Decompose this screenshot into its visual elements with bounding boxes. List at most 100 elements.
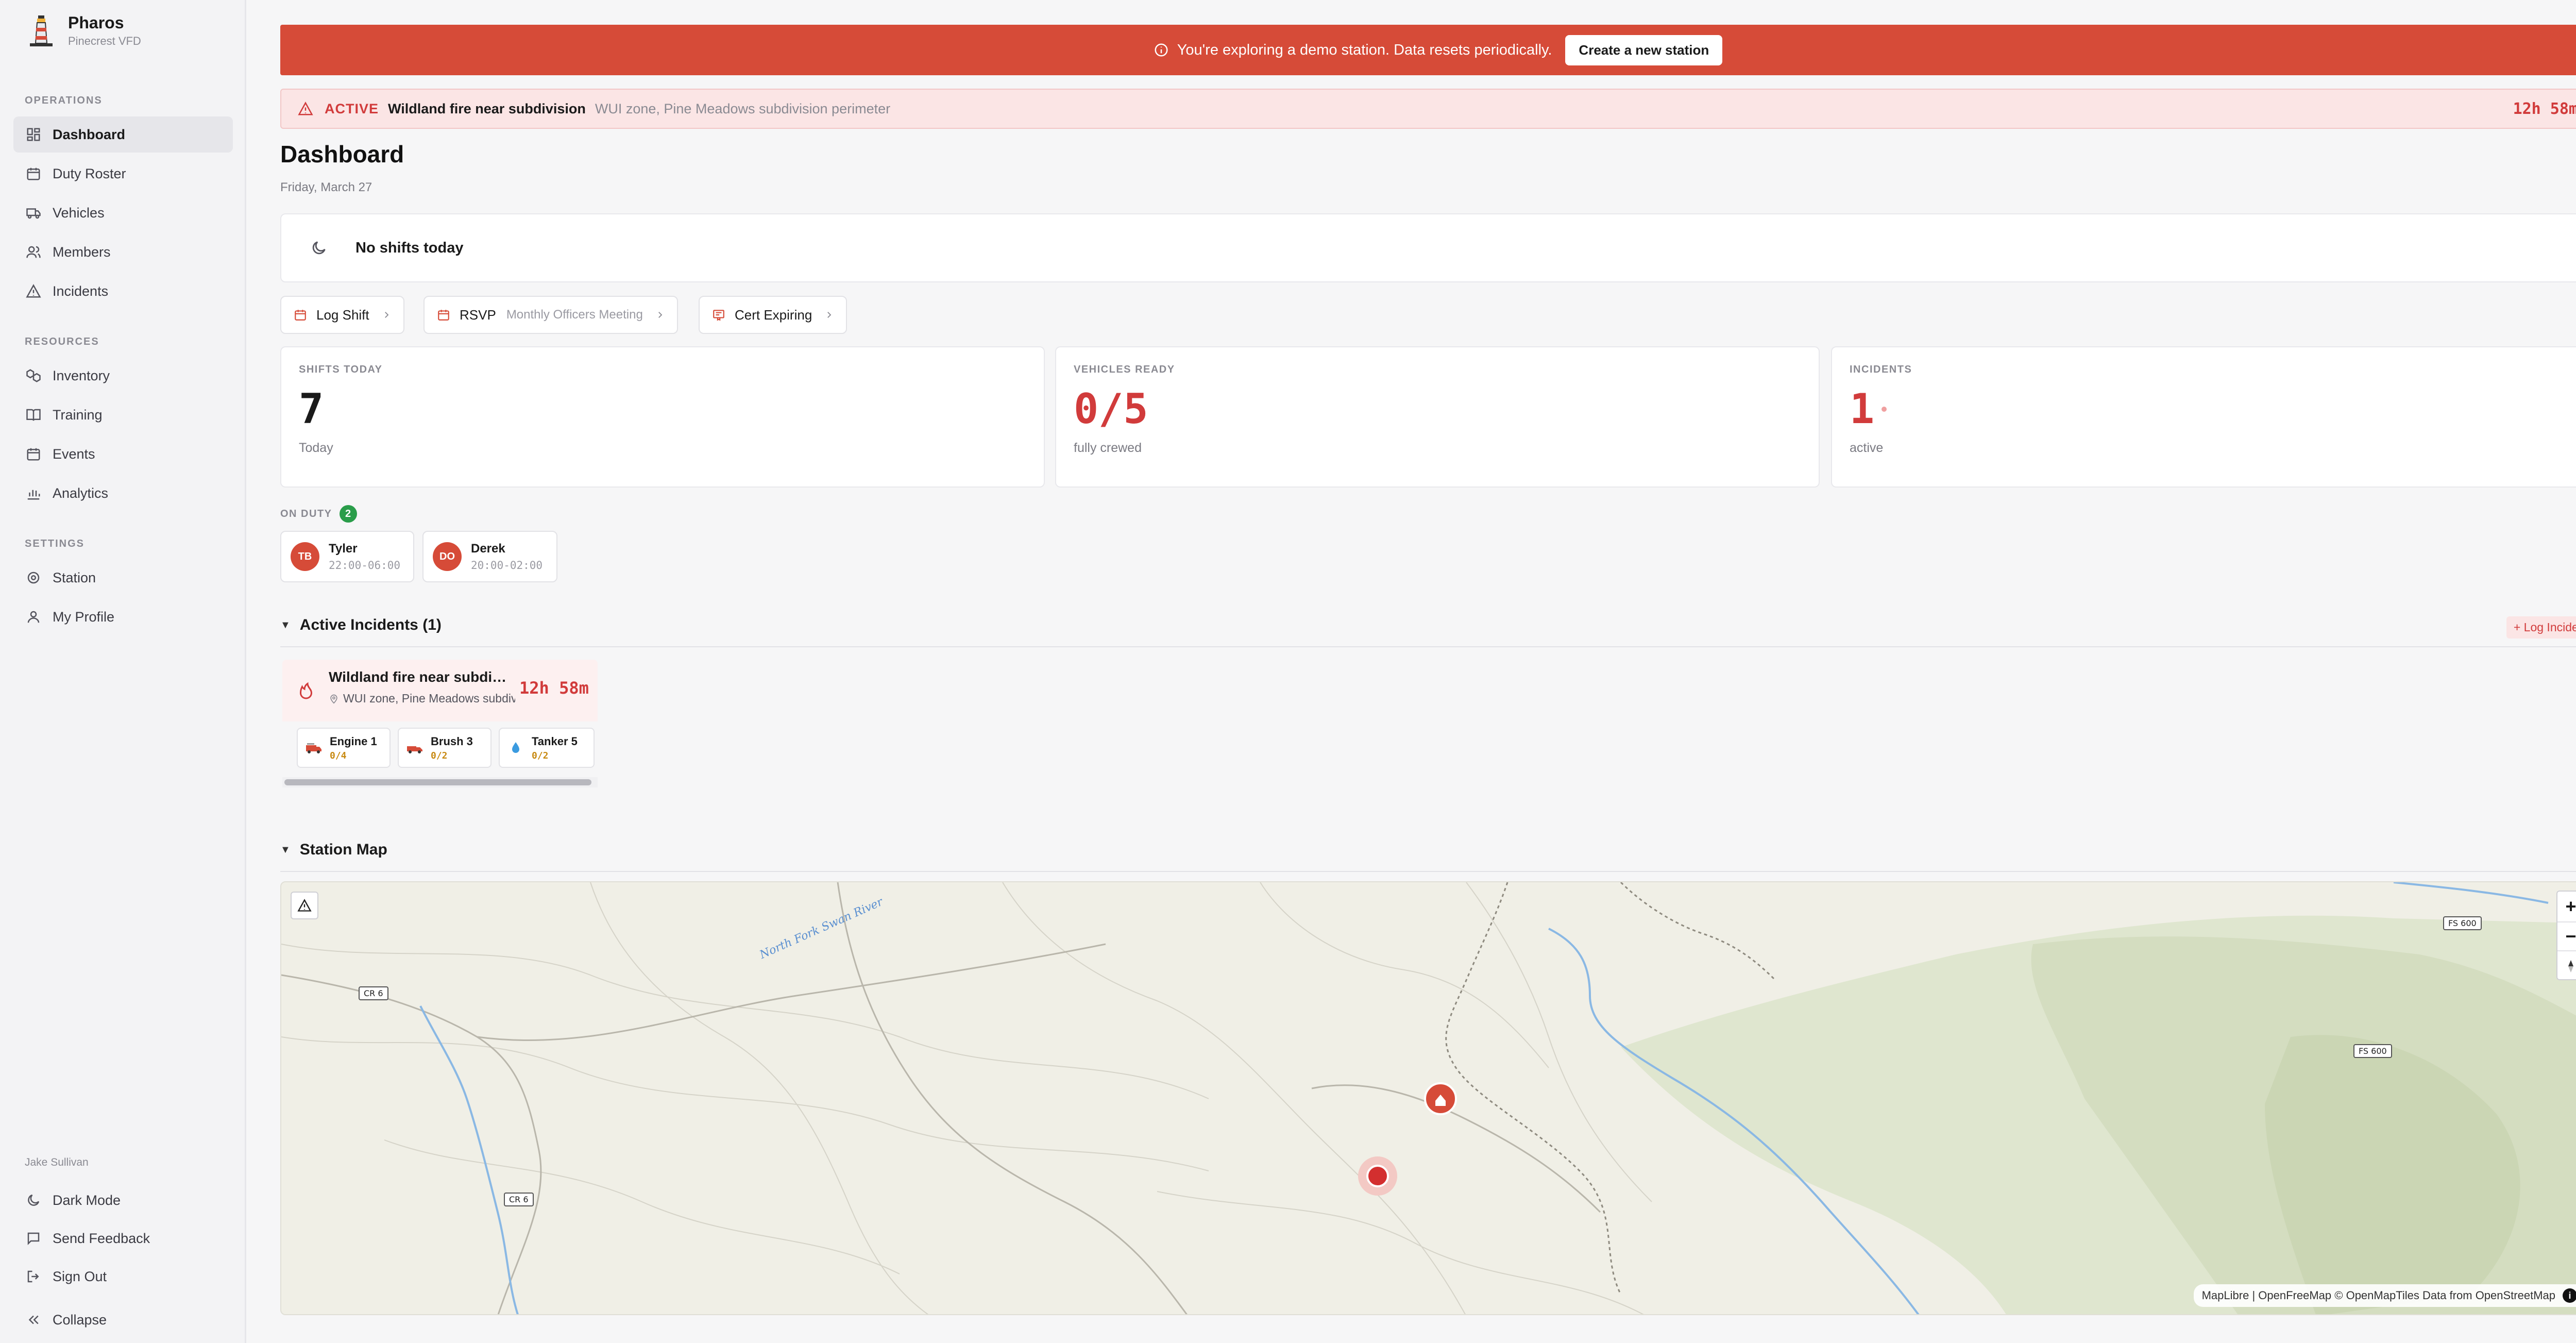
incident-layer-toggle[interactable]	[291, 892, 318, 919]
sidebar-item-inventory[interactable]: Inventory	[13, 358, 233, 394]
sidebar-item-label: Collapse	[53, 1312, 107, 1328]
brand-name: Pharos	[68, 13, 124, 32]
double-chevron-left-icon	[26, 1312, 41, 1328]
sign-out-icon	[26, 1269, 41, 1284]
sidebar-item-analytics[interactable]: Analytics	[13, 475, 233, 511]
calendar-icon	[295, 310, 306, 321]
road-label: CR 6	[359, 986, 388, 1000]
on-duty-count-badge: 2	[339, 505, 357, 523]
zoom-out-button[interactable]: −	[2557, 921, 2576, 951]
stat-card-shifts[interactable]: SHIFTS TODAY 7 Today	[280, 346, 1045, 488]
sidebar-item-duty-roster[interactable]: Duty Roster	[13, 156, 233, 192]
warning-icon	[298, 102, 313, 115]
horizontal-scrollbar[interactable]	[282, 777, 598, 787]
sidebar-item-my-profile[interactable]: My Profile	[13, 599, 233, 635]
sidebar-item-label: Members	[53, 244, 111, 260]
active-incidents-toggle[interactable]: ▼ Active Incidents (1)	[280, 616, 442, 634]
attribution-link[interactable]: MapLibre	[2202, 1289, 2249, 1302]
brand[interactable]: Pharos Pinecrest VFD	[26, 13, 141, 48]
on-duty-member-card[interactable]: DO Derek 20:00-02:00	[422, 531, 557, 582]
stat-note: fully crewed	[1074, 441, 1142, 455]
divider	[280, 646, 2576, 647]
on-duty-title: ON DUTY	[280, 508, 332, 519]
map-pin-icon	[330, 694, 337, 704]
page-date: Friday, March 27	[280, 180, 372, 194]
chevron-right-icon	[384, 312, 388, 318]
users-icon	[26, 244, 41, 260]
compass-reset-button[interactable]	[2557, 951, 2576, 981]
page-title: Dashboard	[280, 141, 404, 167]
vehicle-crew-count: 0/4	[330, 750, 347, 761]
sidebar-item-station[interactable]: Station	[13, 560, 233, 596]
rsvp-button[interactable]: RSVP Monthly Officers Meeting	[423, 296, 678, 334]
sidebar-item-label: Dark Mode	[53, 1192, 121, 1208]
log-shift-button[interactable]: Log Shift	[280, 296, 404, 334]
user-icon	[26, 609, 41, 625]
create-station-button[interactable]: Create a new station	[1565, 35, 1723, 65]
book-icon	[26, 407, 41, 423]
section-title: Station Map	[299, 841, 387, 858]
quick-action-label: Log Shift	[316, 307, 369, 323]
incident-timer: 12h 58m	[519, 678, 589, 698]
nav-section-resources: RESOURCES	[25, 336, 99, 347]
stat-label: INCIDENTS	[1850, 364, 1912, 375]
stat-card-incidents[interactable]: INCIDENTS 1 active	[1831, 346, 2576, 488]
vehicle-name: Tanker 5	[532, 734, 578, 748]
vehicle-name: Brush 3	[431, 734, 473, 748]
sidebar-item-label: My Profile	[53, 609, 115, 625]
sidebar-item-incidents[interactable]: Incidents	[13, 273, 233, 309]
vehicle-chip[interactable]: Brush 3 0/2	[398, 728, 492, 768]
sidebar-item-members[interactable]: Members	[13, 234, 233, 270]
send-feedback-button[interactable]: Send Feedback	[13, 1220, 233, 1256]
sidebar-item-label: Inventory	[53, 367, 110, 383]
stat-value: 0/5	[1074, 385, 1148, 433]
chevron-right-icon	[827, 312, 832, 318]
truck-icon	[26, 205, 41, 221]
collapse-sidebar-button[interactable]: Collapse	[13, 1302, 233, 1338]
quick-action-sub: Monthly Officers Meeting	[506, 308, 643, 322]
zoom-in-button[interactable]: +	[2557, 892, 2576, 921]
attribution-link[interactable]: © OpenMapTiles	[2334, 1289, 2419, 1302]
stat-value-number: 1	[1850, 385, 1875, 433]
member-shift-time: 20:00-02:00	[471, 559, 543, 572]
divider	[280, 871, 2576, 872]
sidebar-item-dashboard[interactable]: Dashboard	[13, 116, 233, 153]
sidebar-item-vehicles[interactable]: Vehicles	[13, 195, 233, 231]
incident-location: WUI zone, Pine Meadows subdivision perim…	[329, 692, 515, 706]
sidebar-item-training[interactable]: Training	[13, 397, 233, 433]
fire-truck-icon	[306, 743, 321, 753]
attribution-link[interactable]: OpenFreeMap	[2258, 1289, 2331, 1302]
sidebar-item-label: Station	[53, 569, 96, 585]
attribution-separator: |	[2249, 1289, 2259, 1302]
map-attribution: MapLibre | OpenFreeMap © OpenMapTiles Da…	[2193, 1284, 2576, 1307]
dark-mode-toggle[interactable]: Dark Mode	[13, 1182, 233, 1218]
vehicle-chip[interactable]: Tanker 5 0/2	[499, 728, 595, 768]
on-duty-member-card[interactable]: TB Tyler 22:00-06:00	[280, 531, 414, 582]
stat-note: Today	[299, 441, 333, 455]
incident-card[interactable]: Wildland fire near subdivision WUI zone,…	[282, 660, 598, 779]
incident-title: Wildland fire near subdivision	[329, 669, 510, 685]
incident-marker-icon[interactable]	[1358, 1156, 1397, 1196]
station-marker-icon[interactable]	[1424, 1082, 1457, 1115]
cert-expiring-button[interactable]: Cert Expiring	[699, 296, 848, 334]
attribution-link[interactable]: OpenStreetMap	[2476, 1289, 2555, 1302]
station-map-toggle[interactable]: ▼ Station Map	[280, 841, 387, 859]
stat-card-vehicles[interactable]: VEHICLES READY 0/5 fully crewed	[1055, 346, 1820, 488]
sidebar-item-events[interactable]: Events	[13, 436, 233, 472]
quick-action-label: Cert Expiring	[735, 307, 812, 323]
sign-out-button[interactable]: Sign Out	[13, 1258, 233, 1295]
stat-label: SHIFTS TODAY	[299, 364, 383, 375]
vehicle-chip[interactable]: Engine 1 0/4	[297, 728, 391, 768]
active-incident-alert[interactable]: ACTIVE Wildland fire near subdivision WU…	[280, 89, 2576, 129]
vehicle-name: Engine 1	[330, 734, 377, 748]
calendar-icon	[26, 446, 41, 462]
nav-section-settings: SETTINGS	[25, 538, 85, 549]
log-incident-button[interactable]: + Log Incident	[2506, 616, 2576, 639]
info-icon[interactable]: i	[2563, 1288, 2576, 1303]
sidebar-item-label: Training	[53, 407, 103, 423]
sidebar-item-label: Events	[53, 446, 95, 462]
compass-icon	[2568, 960, 2573, 972]
scrollbar-thumb[interactable]	[284, 779, 591, 785]
station-map[interactable]: + − CR 6 CR 6 FS 600 FS 600 North Fork S…	[280, 881, 2576, 1315]
incident-card-header: Wildland fire near subdivision WUI zone,…	[282, 660, 598, 721]
